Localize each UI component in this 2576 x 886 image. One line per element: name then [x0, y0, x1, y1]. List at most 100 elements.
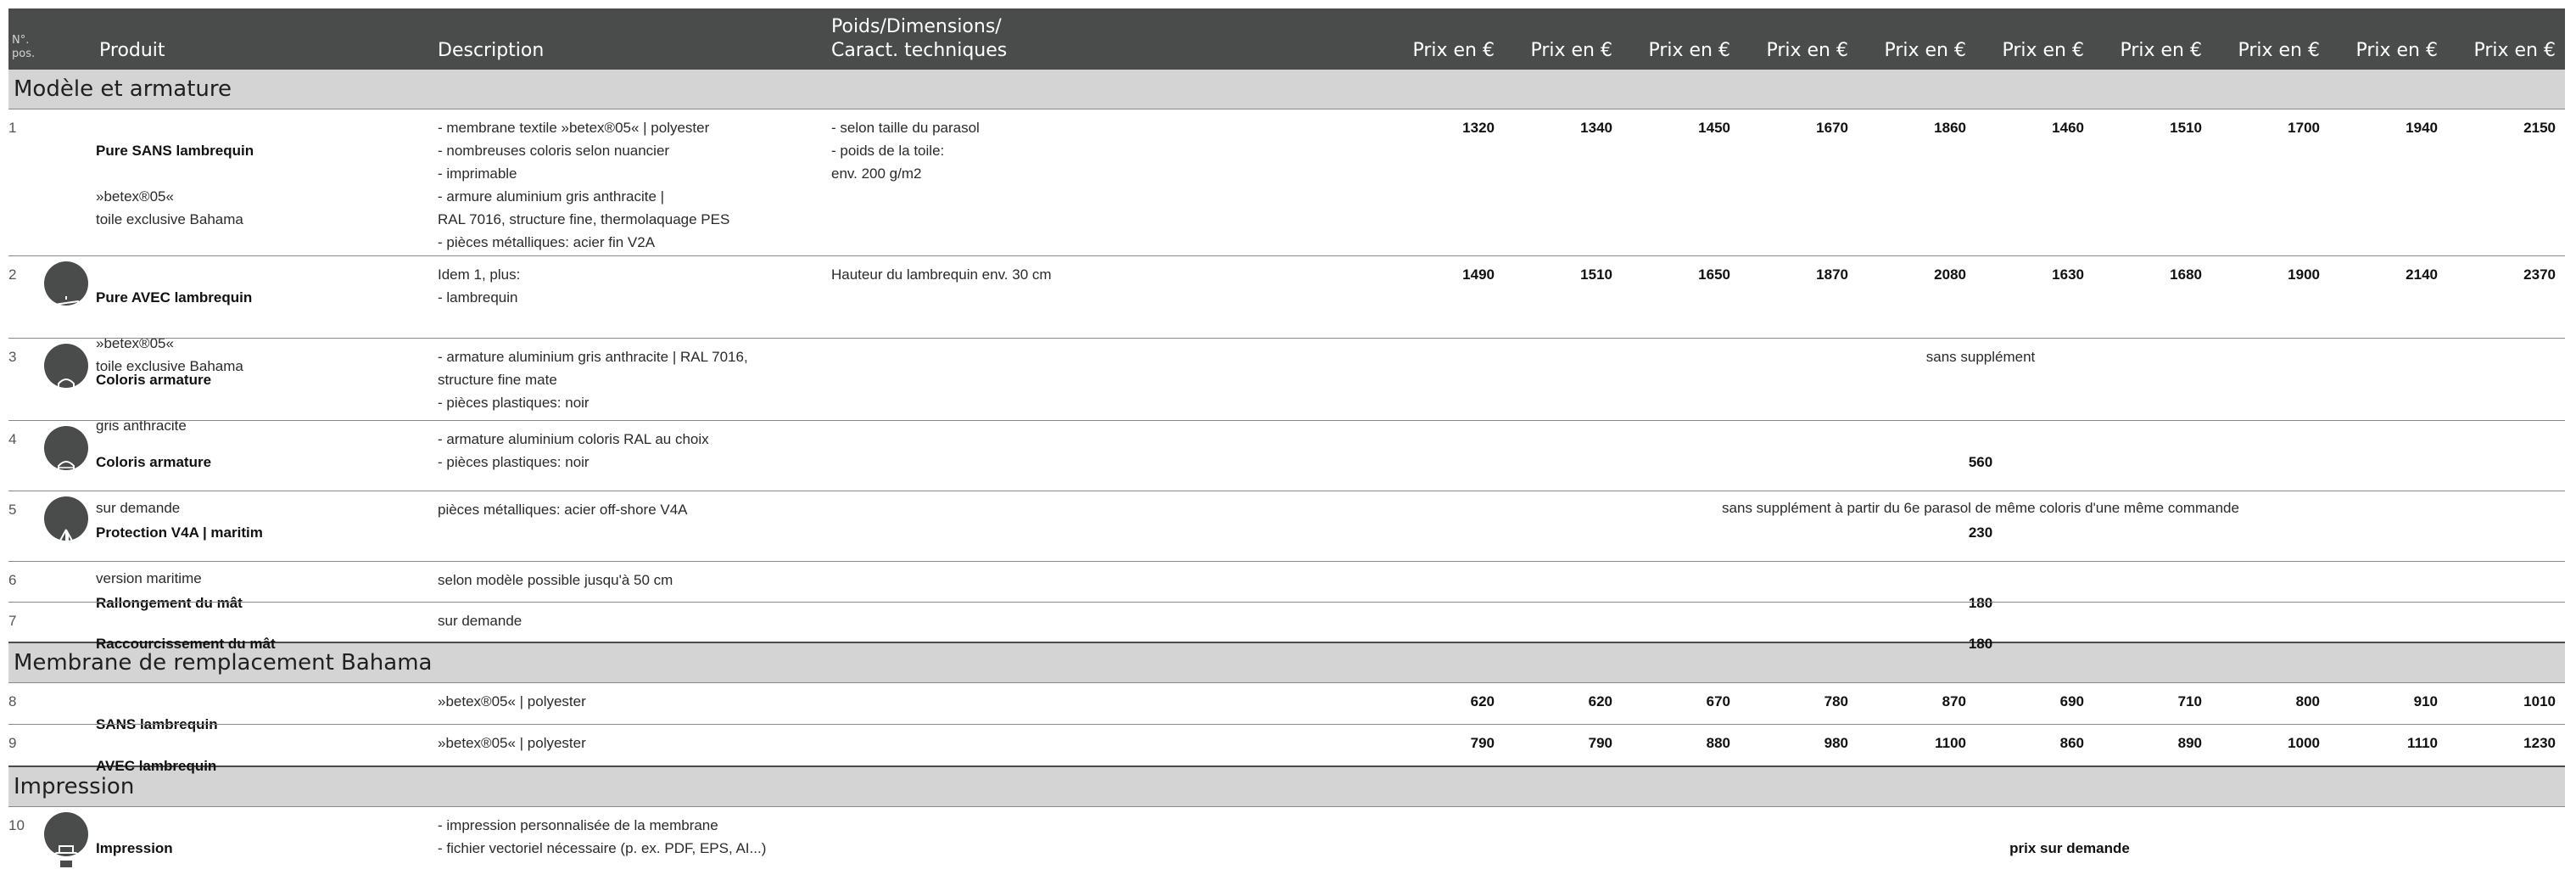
row-product: AVEC lambrequin: [96, 732, 216, 800]
span-value: 180: [1968, 636, 1993, 652]
table-row: 4 Coloris armature sur demande - armatur…: [8, 420, 2565, 516]
price-cell: 1870: [1816, 266, 1848, 283]
section-impression: Impression: [8, 765, 2565, 806]
header-price-2: Prix en €: [1530, 40, 1612, 61]
span-value: 230: [1968, 524, 1993, 541]
span-value: prix sur demande: [2009, 840, 2130, 856]
row-description: selon modèle possible jusqu'à 50 cm: [438, 572, 673, 588]
header-price-3: Prix en €: [1648, 40, 1730, 61]
row-description: »betex®05« | polyester: [438, 693, 586, 709]
price-cell: 780: [1824, 693, 1848, 709]
price-cell: 880: [1706, 735, 1730, 751]
row-description: - armature aluminium gris anthracite | R…: [438, 349, 748, 411]
header-price-10: Prix en €: [2473, 40, 2556, 61]
product-name: Raccourcissement du mât: [96, 636, 276, 652]
table-row: 5 Protection V4A | maritim version marit…: [8, 491, 2565, 586]
price-cell: 1000: [2288, 735, 2320, 751]
product-name: Pure AVEC lambrequin: [96, 289, 253, 306]
row-poids: - selon taille du parasol - poids de la …: [831, 120, 980, 182]
header-price-8: Prix en €: [2238, 40, 2320, 61]
header-price-1: Prix en €: [1412, 40, 1495, 61]
sailboat-icon: [44, 496, 88, 554]
row-description: »betex®05« | polyester: [438, 735, 586, 751]
price-cell: 1680: [2170, 266, 2202, 283]
price-cell: 1490: [1462, 266, 1495, 283]
price-cell: 1320: [1462, 120, 1495, 136]
header-description: Description: [438, 40, 545, 61]
price-cell: 1110: [2407, 735, 2438, 751]
price-cell: 1900: [2288, 266, 2320, 283]
product-name: Coloris armature: [96, 454, 212, 470]
price-cell: 870: [1942, 693, 1966, 709]
table-header: N°. pos. Produit Description Poids/Dimen…: [8, 8, 2565, 68]
product-name: Coloris armature: [96, 372, 212, 388]
span-cell: 230: [1400, 498, 2562, 567]
row-pos: 5: [8, 502, 17, 518]
price-cell: 890: [2177, 735, 2202, 751]
row-description: - armature aluminium coloris RAL au choi…: [438, 431, 709, 470]
price-cell: 2080: [1934, 266, 1966, 283]
table-row: 1 Pure SANS lambrequin »betex®05« toile …: [8, 109, 2565, 255]
price-cell: 1010: [2523, 693, 2556, 709]
price-cell: 2140: [2406, 266, 2438, 283]
header-price-5: Prix en €: [1884, 40, 1966, 61]
header-price-4: Prix en €: [1766, 40, 1848, 61]
header-price-9: Prix en €: [2355, 40, 2438, 61]
price-cell: 1700: [2288, 120, 2320, 136]
span-cell: prix sur demande: [1561, 814, 2576, 883]
price-cell: 1940: [2406, 120, 2438, 136]
row-pos: 3: [8, 349, 17, 365]
row-pos: 4: [8, 431, 17, 447]
price-cell: 620: [1470, 693, 1495, 709]
price-cell: 1670: [1816, 120, 1848, 136]
row-pos: 2: [8, 266, 17, 283]
header-pos: N°. pos.: [12, 34, 36, 60]
table-row: 7 Raccourcissement du mât sur demande 18…: [8, 602, 2565, 652]
price-cell: 910: [2413, 693, 2438, 709]
row-pos: 1: [8, 120, 17, 136]
row-pos: 6: [8, 572, 17, 588]
price-table: N°. pos. Produit Description Poids/Dimen…: [8, 8, 2565, 872]
price-cell: 980: [1824, 735, 1848, 751]
printer-icon: [44, 812, 88, 869]
row-pos: 9: [8, 735, 17, 751]
row-product: Raccourcissement du mât: [96, 609, 276, 678]
row-pos: 10: [8, 817, 25, 833]
row-description: Idem 1, plus: - lambrequin: [438, 266, 521, 306]
span-value: sans supplément: [1925, 349, 2036, 365]
header-poids: Poids/Dimensions/ Caract. techniques: [831, 16, 1008, 61]
price-cell: 860: [2059, 735, 2084, 751]
price-cell: 710: [2177, 693, 2202, 709]
price-cell: 1510: [1580, 266, 1612, 283]
price-cell: 2370: [2523, 266, 2556, 283]
price-cell: 800: [2295, 693, 2320, 709]
price-cell: 620: [1588, 693, 1612, 709]
price-cell: 1460: [2052, 120, 2084, 136]
price-cell: 790: [1588, 735, 1612, 751]
price-cell: 2150: [2523, 120, 2556, 136]
table-row: 8 SANS lambrequin »betex®05« | polyester…: [8, 682, 2565, 732]
price-cell: 690: [2059, 693, 2084, 709]
row-description: sur demande: [438, 613, 522, 629]
price-cell: 1510: [2170, 120, 2202, 136]
row-description: - impression personnalisée de la membran…: [438, 817, 767, 856]
row-pos: 8: [8, 693, 17, 709]
row-description: - membrane textile »betex®05« | polyeste…: [438, 120, 730, 250]
row-pos: 7: [8, 613, 17, 629]
table-row: 2 Pure AVEC lambrequin »betex®05« toile …: [8, 255, 2565, 374]
table-row: 6 Rallongement du mât selon modèle possi…: [8, 561, 2565, 611]
header-produit: Produit: [99, 40, 165, 61]
row-poids: Hauteur du lambrequin env. 30 cm: [831, 266, 1052, 283]
row-description: pièces métalliques: acier off-shore V4A: [438, 502, 688, 518]
frame-color-icon: [44, 344, 88, 400]
span-cell: 180: [1400, 609, 2562, 678]
header-price-7: Prix en €: [2120, 40, 2202, 61]
price-cell: 1100: [1935, 735, 1966, 751]
row-product: Pure SANS lambrequin »betex®05« toile ex…: [96, 116, 254, 254]
price-cell: 790: [1470, 735, 1495, 751]
row-product: Impression: [96, 814, 173, 883]
product-name: Protection V4A | maritim: [96, 524, 263, 541]
price-cell: 1230: [2523, 735, 2556, 751]
product-name: Impression: [96, 840, 173, 856]
price-cell: 1650: [1698, 266, 1730, 283]
